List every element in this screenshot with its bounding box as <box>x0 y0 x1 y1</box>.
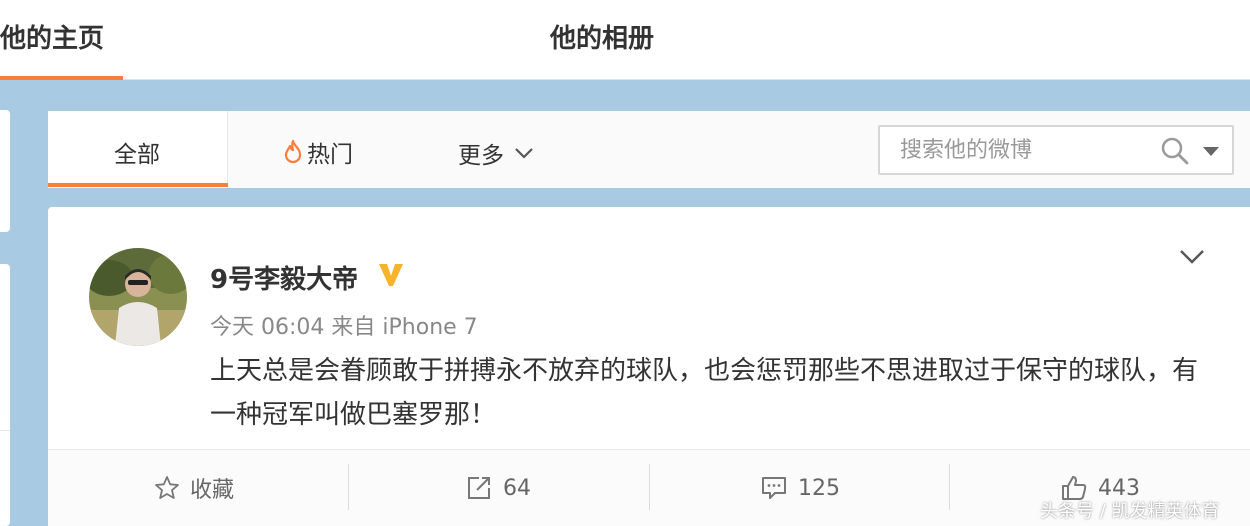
filter-tab-hot-label: 热门 <box>307 142 353 168</box>
post-meta: 今天 06:04 来自 iPhone 7 <box>210 309 478 341</box>
post-source-prefix: 来自 <box>331 315 376 340</box>
star-icon <box>155 476 179 499</box>
tab-album[interactable]: 他的相册 <box>550 18 654 55</box>
vip-verified-icon <box>379 264 403 286</box>
tab-home[interactable]: 他的主页 <box>0 18 104 55</box>
divider <box>0 430 10 431</box>
filter-tab-hot[interactable]: 热门 <box>282 135 353 169</box>
comment-count: 125 <box>798 475 840 501</box>
caret-down-icon[interactable] <box>1202 146 1220 157</box>
filter-tab-more[interactable]: 更多 <box>458 136 534 170</box>
active-tab-indicator <box>0 76 123 80</box>
comment-button[interactable]: 125 <box>760 450 840 526</box>
post-time[interactable]: 今天 06:04 <box>210 315 324 340</box>
left-panel-card <box>0 110 10 232</box>
filter-tab-more-label: 更多 <box>458 143 504 169</box>
favorite-button[interactable]: 收藏 <box>154 450 234 526</box>
weibo-post-card: 9号李毅大帝 今天 06:04 来自 iPhone 7 上天总是会眷顾敢于拼搏永… <box>48 207 1250 526</box>
search-input[interactable] <box>900 127 1140 173</box>
active-filter-indicator <box>48 183 228 187</box>
watermark: 头条号 / 凯发精英体育 <box>1040 501 1220 522</box>
post-source: iPhone 7 <box>382 315 478 340</box>
divider <box>949 464 950 510</box>
left-panel-card <box>0 264 10 526</box>
forward-count: 64 <box>503 475 531 501</box>
filter-tab-all-label: 全部 <box>114 142 160 168</box>
comment-icon <box>762 477 786 499</box>
fire-icon <box>284 139 302 164</box>
post-text: 上天总是会眷顾敢于拼搏永不放弃的球队，也会惩罚那些不思进取过于保守的球队，有一种… <box>210 356 1199 430</box>
filter-tab-all[interactable]: 全部 <box>48 111 228 188</box>
divider <box>649 464 650 510</box>
feed-filter-bar: 全部 热门 更多 <box>48 111 1250 188</box>
post-menu-chevron-icon[interactable] <box>1179 249 1205 265</box>
search-box <box>878 125 1234 175</box>
search-icon[interactable] <box>1160 136 1190 166</box>
avatar[interactable] <box>89 248 187 346</box>
user-name[interactable]: 9号李毅大帝 <box>210 259 358 296</box>
chevron-down-icon <box>515 148 533 159</box>
divider <box>348 464 349 510</box>
forward-button[interactable]: 64 <box>465 450 531 526</box>
favorite-label: 收藏 <box>190 478 235 503</box>
forward-icon <box>468 477 490 499</box>
profile-tab-bar: 他的主页 他的相册 <box>0 0 1250 80</box>
